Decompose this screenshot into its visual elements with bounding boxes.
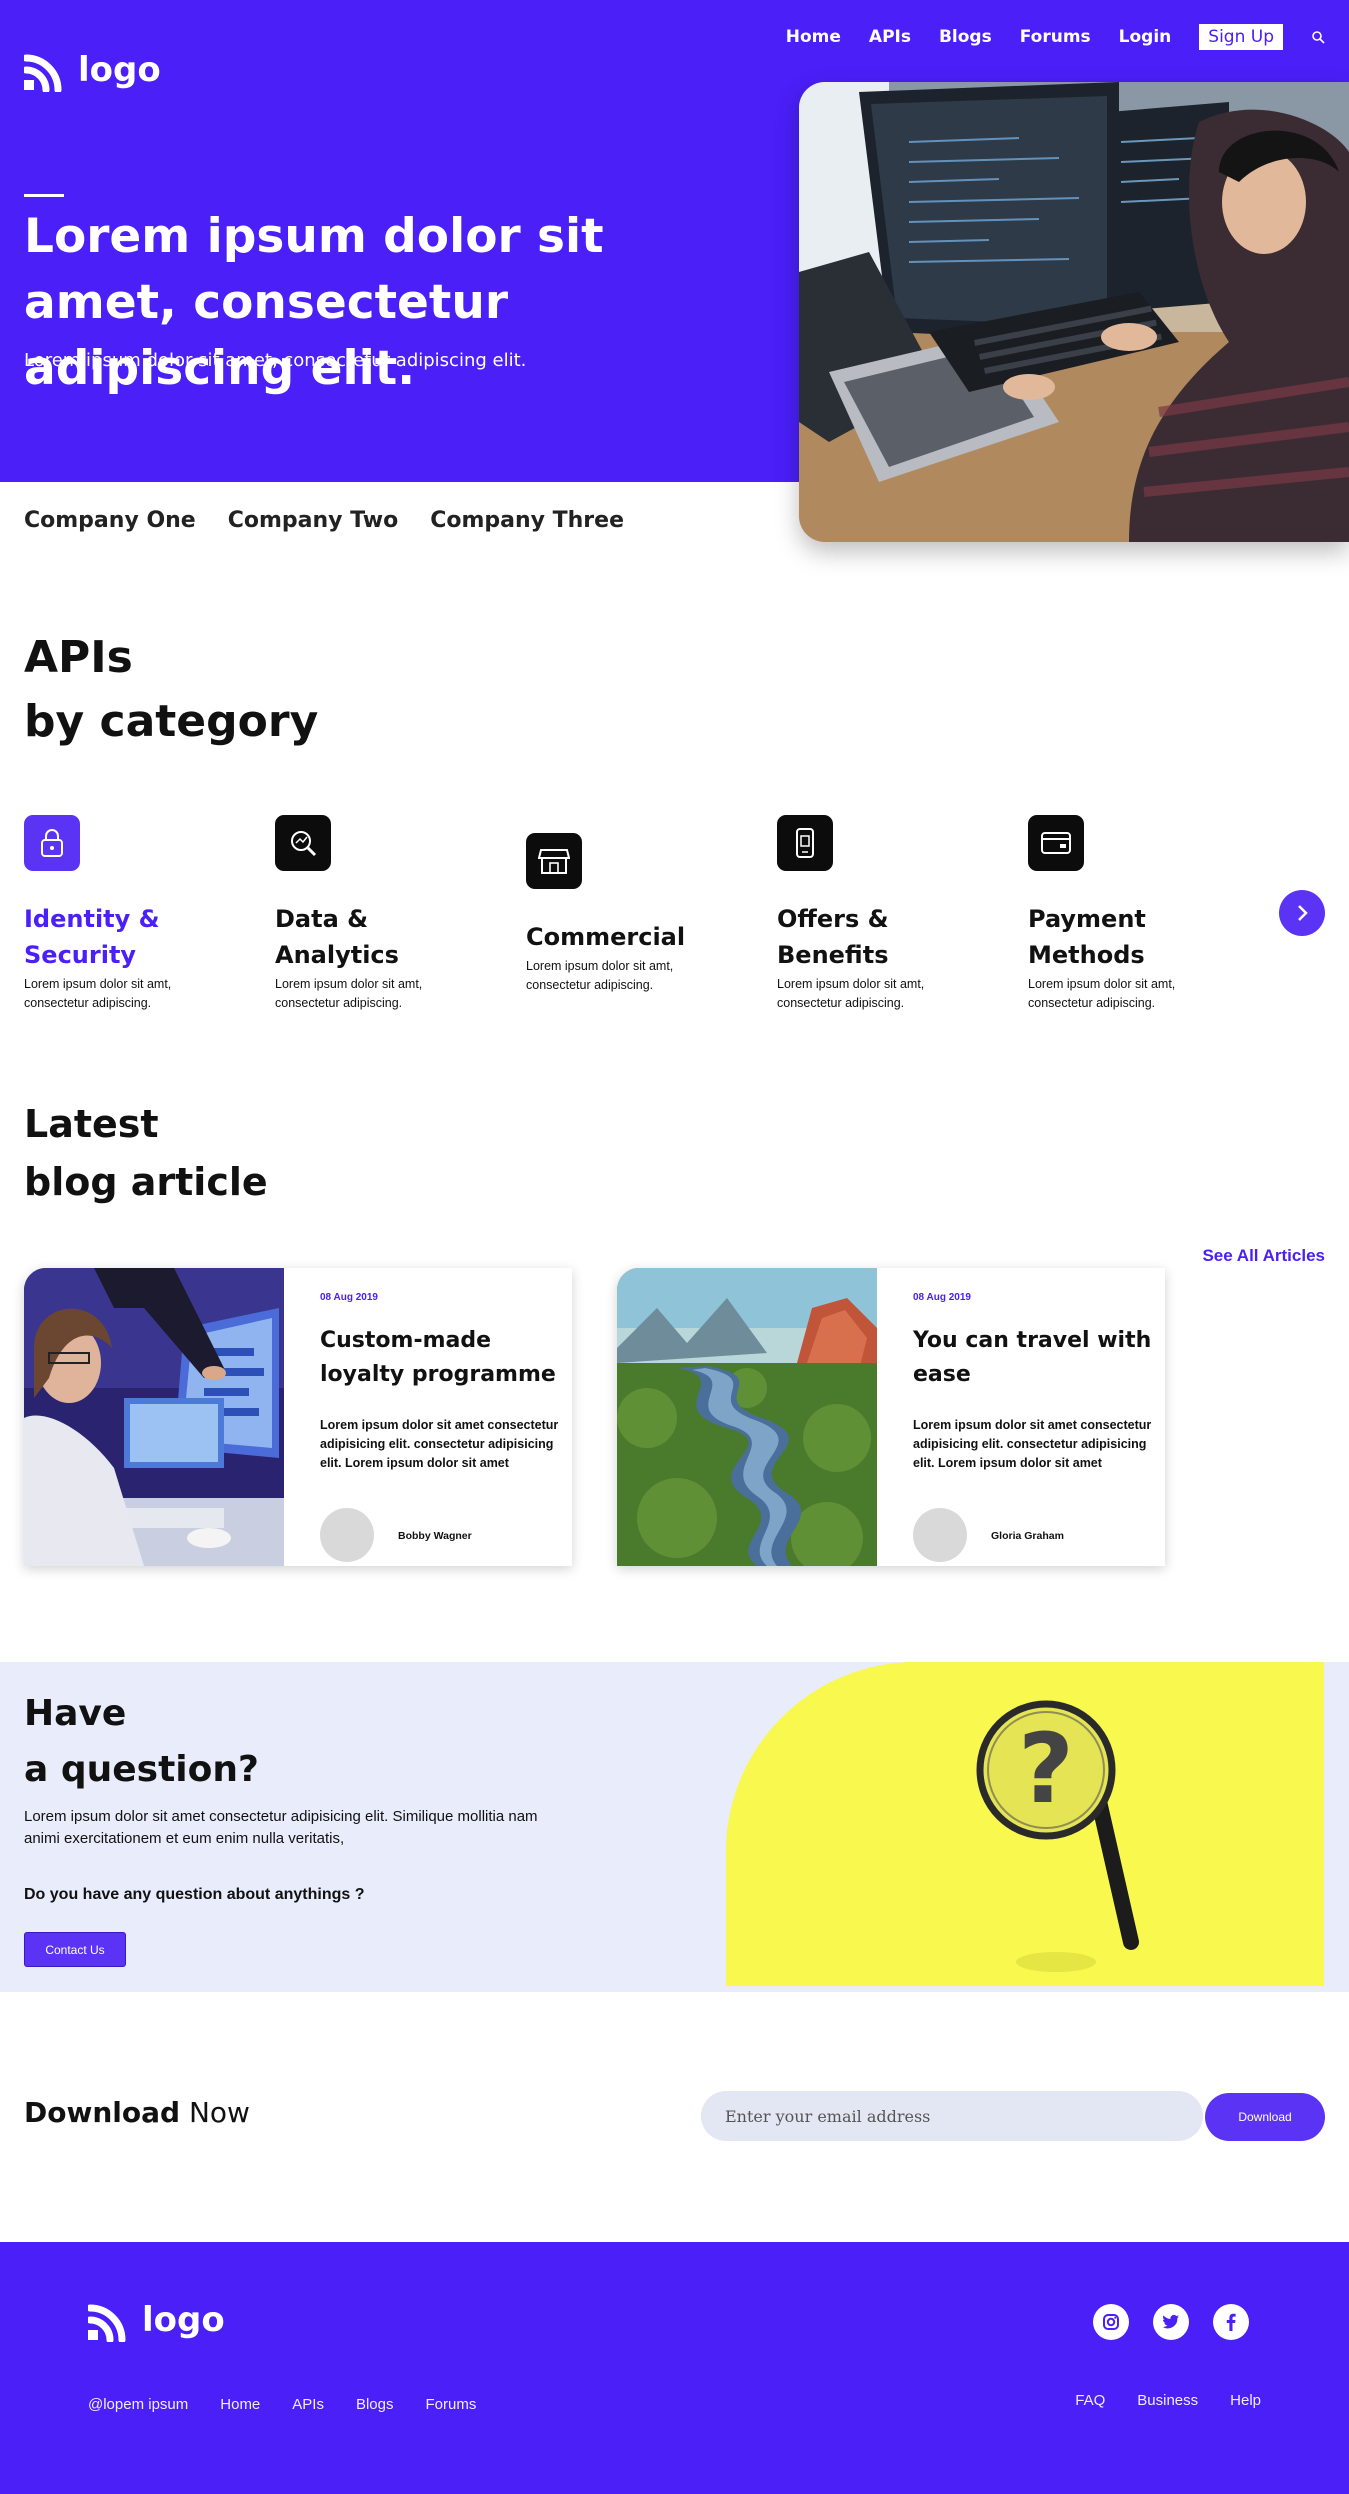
logo-icon	[88, 2304, 126, 2342]
blog-card[interactable]: 08 Aug 2019 Custom-made loyalty programm…	[24, 1268, 572, 1566]
hero-image-developer	[799, 82, 1349, 542]
footer-link-business[interactable]: Business	[1137, 2392, 1198, 2409]
blog-section-title: Latest blog article	[24, 1095, 268, 1211]
nav-blogs[interactable]: Blogs	[939, 27, 992, 47]
email-input[interactable]	[701, 2091, 1203, 2141]
footer-link-forums[interactable]: Forums	[426, 2396, 477, 2413]
footer-links: @lopem ipsum Home APIs Blogs Forums	[88, 2396, 476, 2413]
chevron-right-icon	[1298, 905, 1308, 921]
footer-link-blogs[interactable]: Blogs	[356, 2396, 394, 2413]
category-name: Identity & Security	[24, 905, 160, 969]
lock-icon	[24, 815, 80, 871]
categories-next-button[interactable]	[1279, 890, 1325, 936]
company-one: Company One	[24, 508, 196, 533]
signup-button[interactable]: Sign Up	[1199, 24, 1283, 50]
blog-card[interactable]: 08 Aug 2019 You can travel with ease Lor…	[617, 1268, 1165, 1566]
article-excerpt: Lorem ipsum dolor sit amet consectetur a…	[320, 1418, 559, 1470]
category-desc: Lorem ipsum dolor sit amt, consectetur a…	[777, 977, 925, 1010]
category-name: Offers & Benefits	[777, 905, 889, 969]
category-name: Payment Methods	[1028, 905, 1146, 969]
article-title[interactable]: You can travel with ease	[913, 1324, 1163, 1392]
nav-apis[interactable]: APIs	[869, 27, 911, 47]
store-icon	[526, 833, 582, 889]
hero-subtitle: Lorem ipsum dolor sit amet, consectetur …	[24, 350, 527, 371]
magnifier-chart-icon	[275, 815, 331, 871]
download-title-rest: Now	[180, 2096, 250, 2129]
instagram-icon[interactable]	[1093, 2304, 1129, 2340]
logo-text: logo	[78, 50, 161, 90]
logo[interactable]: logo	[24, 48, 161, 92]
nav-login[interactable]: Login	[1119, 27, 1172, 47]
blog-image-river	[617, 1268, 877, 1566]
footer-right-links: FAQ Business Help	[1075, 2392, 1261, 2409]
company-two: Company Two	[227, 508, 399, 533]
logo-icon	[24, 54, 62, 92]
blog-title-line1: Latest	[24, 1102, 159, 1146]
company-logos: Company One Company Two Company Three	[24, 508, 624, 533]
magnifier-question-image: ?	[726, 1662, 1324, 1986]
download-title: Download Now	[24, 2096, 250, 2129]
category-name: Commercial	[526, 923, 686, 951]
footer-link-faq[interactable]: FAQ	[1075, 2392, 1105, 2409]
apis-title-line2: by category	[24, 696, 319, 747]
footer-copyright: @lopem ipsum	[88, 2396, 189, 2413]
apis-section-title: APIs by category	[24, 626, 318, 754]
footer-link-apis[interactable]: APIs	[292, 2396, 324, 2413]
category-desc: Lorem ipsum dolor sit amt, consectetur a…	[1028, 977, 1176, 1010]
download-title-bold: Download	[24, 2096, 181, 2129]
credit-card-icon	[1028, 815, 1084, 871]
question-title: Have a question?	[24, 1686, 259, 1798]
question-text: Lorem ipsum dolor sit amet consectetur a…	[24, 1808, 538, 1847]
article-date: 08 Aug 2019	[913, 1292, 971, 1303]
top-nav: Home APIs Blogs Forums Login Sign Up	[786, 24, 1325, 50]
category-data-analytics[interactable]: Data & Analytics Lorem ipsum dolor sit a…	[275, 815, 485, 1013]
category-desc: Lorem ipsum dolor sit amt, consectetur a…	[275, 977, 423, 1010]
article-title[interactable]: Custom-made loyalty programme	[320, 1324, 570, 1392]
category-commercial[interactable]: Commercial Lorem ipsum dolor sit amt, co…	[526, 833, 736, 995]
apis-title-line1: APIs	[24, 632, 133, 683]
question-title-line2: a question?	[24, 1749, 259, 1790]
facebook-icon[interactable]	[1213, 2304, 1249, 2340]
category-desc: Lorem ipsum dolor sit amt, consectetur a…	[24, 977, 172, 1010]
nav-forums[interactable]: Forums	[1020, 27, 1091, 47]
footer-logo-text: logo	[142, 2300, 225, 2340]
search-icon[interactable]	[1311, 30, 1325, 44]
author-name: Bobby Wagner	[398, 1530, 472, 1542]
download-button[interactable]: Download	[1205, 2093, 1325, 2141]
page: logo Home APIs Blogs Forums Login Sign U…	[0, 0, 1349, 2494]
question-title-line1: Have	[24, 1693, 127, 1734]
category-desc: Lorem ipsum dolor sit amt, consectetur a…	[526, 959, 674, 992]
hero-title: Lorem ipsum dolor sit amet, consectetur …	[24, 209, 604, 396]
social-links	[1093, 2304, 1249, 2340]
author-avatar	[320, 1508, 374, 1562]
footer: logo @lopem ipsum Home APIs Blogs Forums…	[0, 2242, 1349, 2494]
author-name: Gloria Graham	[991, 1530, 1064, 1542]
blog-image-analyst	[24, 1268, 284, 1566]
svg-text:?: ?	[1018, 1713, 1074, 1825]
hero-accent-line	[24, 194, 64, 197]
blog-title-line2: blog article	[24, 1160, 268, 1204]
footer-link-help[interactable]: Help	[1230, 2392, 1261, 2409]
twitter-icon[interactable]	[1153, 2304, 1189, 2340]
contact-us-button[interactable]: Contact Us	[24, 1932, 126, 1967]
mobile-offer-icon	[777, 815, 833, 871]
see-all-articles-link[interactable]: See All Articles	[1202, 1246, 1325, 1266]
author-avatar	[913, 1508, 967, 1562]
article-excerpt: Lorem ipsum dolor sit amet consectetur a…	[913, 1418, 1152, 1470]
footer-logo[interactable]: logo	[88, 2298, 225, 2342]
category-name: Data & Analytics	[275, 905, 399, 969]
question-prompt: Do you have any question about anythings…	[24, 1886, 365, 1903]
category-payment-methods[interactable]: Payment Methods Lorem ipsum dolor sit am…	[1028, 815, 1238, 1013]
category-offers-benefits[interactable]: Offers & Benefits Lorem ipsum dolor sit …	[777, 815, 987, 1013]
article-date: 08 Aug 2019	[320, 1292, 378, 1303]
nav-home[interactable]: Home	[786, 27, 841, 47]
company-three: Company Three	[430, 508, 625, 533]
category-identity-security[interactable]: Identity & Security Lorem ipsum dolor si…	[24, 815, 234, 1013]
footer-link-home[interactable]: Home	[220, 2396, 260, 2413]
